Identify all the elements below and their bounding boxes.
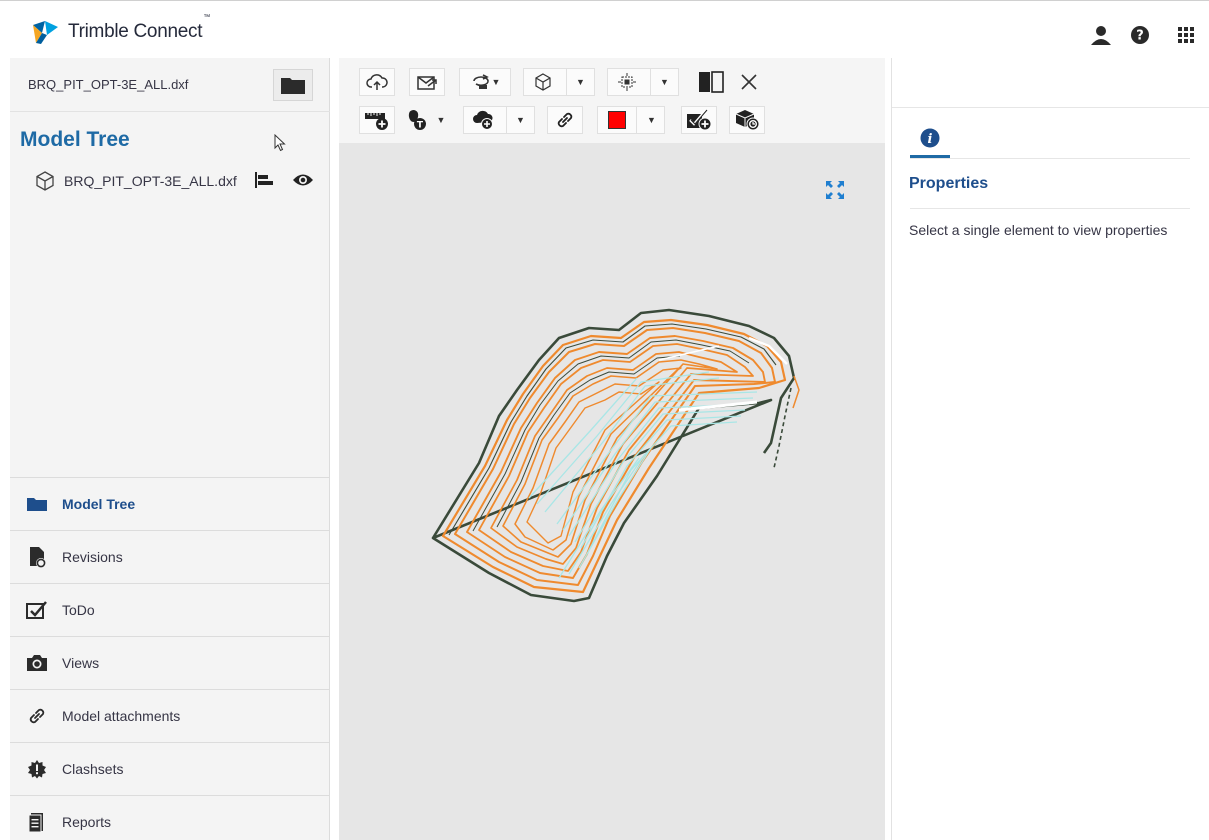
nav-label: Revisions [62, 549, 123, 565]
svg-text:T: T [416, 121, 423, 131]
apps-grid-icon[interactable] [1174, 23, 1198, 47]
chevron-down-icon: ▼ [436, 115, 446, 125]
model-tree-title: Model Tree [20, 128, 130, 151]
user-icon[interactable] [1089, 23, 1113, 47]
chevron-down-icon: ▼ [576, 77, 585, 87]
view-cube-icon [535, 73, 551, 91]
nav-model-attachments[interactable]: Model attachments [10, 689, 330, 742]
camera-icon [26, 652, 48, 674]
chevron-down-icon: ▼ [660, 77, 669, 87]
reload-button[interactable] [359, 68, 395, 96]
chevron-down-icon: ▼ [647, 115, 656, 125]
file-bar: BRQ_PIT_OPT-3E_ALL.dxf [10, 58, 330, 112]
add-todo-button[interactable] [681, 106, 717, 134]
fit-selection-icon [618, 73, 636, 91]
close-button[interactable] [735, 68, 763, 96]
fullscreen-icon [826, 181, 844, 199]
nav-label: Clashsets [62, 761, 124, 777]
view-cube-dropdown[interactable]: ▼ [523, 68, 595, 96]
left-nav: Model Tree Revisions ToDo Views Model at… [10, 477, 330, 840]
nav-label: ToDo [62, 602, 95, 618]
cloud-add-dropdown[interactable]: ▼ [463, 106, 535, 134]
chevron-down-icon: ▼ [516, 115, 525, 125]
cube-outline-icon [36, 171, 54, 191]
nav-label: Model attachments [62, 708, 181, 724]
app-name: Trimble Connect™ [68, 14, 210, 42]
nav-label: Views [62, 655, 100, 671]
tab-info[interactable]: i [910, 128, 950, 158]
isolate-button[interactable] [253, 170, 275, 195]
file-name: BRQ_PIT_OPT-3E_ALL.dxf [28, 77, 189, 92]
color-dropdown[interactable]: ▼ [597, 106, 665, 134]
markup-icon: T [408, 110, 426, 131]
visibility-toggle[interactable] [292, 172, 314, 193]
pit-contour-model[interactable] [419, 298, 819, 618]
properties-message: Select a single element to view properti… [909, 222, 1168, 238]
trimble-connect-logo[interactable]: Trimble Connect™ [30, 14, 210, 45]
share-view-button[interactable] [409, 68, 445, 96]
nav-model-tree[interactable]: Model Tree [10, 477, 330, 530]
tree-item-model[interactable]: BRQ_PIT_OPT-3E_ALL.dxf [34, 168, 324, 194]
markup-dropdown[interactable]: T ▼ [401, 106, 451, 134]
link-icon [557, 112, 573, 128]
measure-button[interactable] [359, 106, 395, 134]
cloud-add-icon [473, 110, 493, 130]
nav-todo[interactable]: ToDo [10, 583, 330, 636]
properties-panel: i Properties Select a single element to … [891, 58, 1209, 840]
report-icon [26, 811, 48, 833]
info-icon: i [920, 128, 940, 148]
nav-views[interactable]: Views [10, 636, 330, 689]
link-button[interactable] [547, 106, 583, 134]
model-status-icon [735, 110, 760, 131]
chevron-down-icon: ▼ [491, 77, 501, 87]
todo-check-icon [26, 599, 48, 621]
fit-selection-dropdown[interactable]: ▼ [607, 68, 679, 96]
todo-add-icon [687, 109, 712, 131]
trimble-logo-icon [33, 21, 58, 44]
close-icon [741, 74, 757, 90]
model-status-button[interactable] [729, 106, 765, 134]
nav-revisions[interactable]: Revisions [10, 530, 330, 583]
share-view-icon [417, 76, 437, 90]
rotate-icon [472, 74, 489, 89]
split-view-icon [699, 71, 724, 93]
reload-cloud-icon [366, 74, 388, 90]
nav-reports[interactable]: Reports [10, 795, 330, 840]
svg-text:i: i [928, 132, 933, 147]
isolate-icon [255, 172, 273, 188]
svg-text:?: ? [1136, 29, 1144, 44]
color-red-swatch [608, 111, 626, 129]
nav-label: Reports [62, 814, 112, 830]
fullscreen-button[interactable] [825, 180, 845, 205]
viewer-toolbar: ▼ ▼ ▼ T ▼ ▼ ▼ [339, 58, 885, 144]
link-icon [26, 705, 48, 727]
divider [910, 158, 1190, 159]
help-icon[interactable]: ? [1128, 23, 1152, 47]
app-header: Trimble Connect™ ? [0, 0, 1209, 58]
split-view-button[interactable] [693, 68, 729, 96]
eye-icon [293, 174, 313, 186]
3d-viewer[interactable]: ▼ ▼ ▼ T ▼ ▼ ▼ [339, 58, 885, 840]
tree-item-label: BRQ_PIT_OPT-3E_ALL.dxf [64, 173, 237, 189]
folder-icon [26, 493, 48, 515]
nav-clashsets[interactable]: Clashsets [10, 742, 330, 795]
revisions-icon [26, 546, 48, 568]
clash-icon [26, 758, 48, 780]
measure-add-icon [365, 113, 388, 130]
properties-panel-top [892, 58, 1209, 108]
folder-icon [281, 78, 305, 94]
properties-title: Properties [909, 175, 989, 192]
open-folder-button[interactable] [273, 69, 313, 101]
mouse-cursor-icon [274, 134, 286, 152]
rotate-dropdown[interactable]: ▼ [459, 68, 511, 96]
divider [910, 208, 1190, 209]
left-panel: BRQ_PIT_OPT-3E_ALL.dxf Model Tree BRQ_PI… [10, 58, 330, 840]
nav-label: Model Tree [62, 496, 136, 512]
